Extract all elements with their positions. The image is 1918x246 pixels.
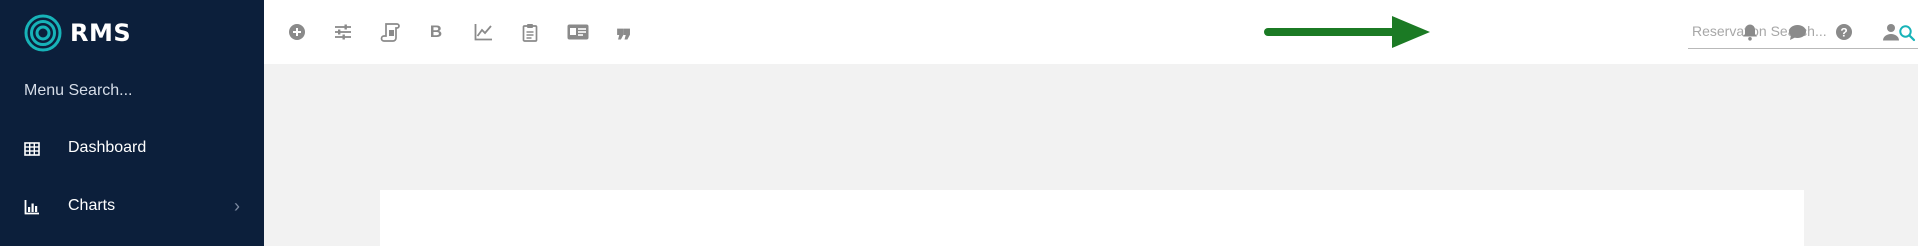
sidebar-item-label: Charts — [68, 197, 116, 214]
quote-icon[interactable]: ❞ — [612, 27, 636, 57]
menu-search[interactable]: Menu Search... — [24, 82, 133, 100]
sidebar-item-charts[interactable]: Charts › — [0, 185, 264, 229]
annotation-arrow-icon — [1264, 16, 1430, 48]
logo-text: RMS — [70, 19, 132, 47]
sliders-icon[interactable] — [331, 20, 355, 44]
sidebar-item-dashboard[interactable]: Dashboard — [0, 127, 264, 171]
user-icon[interactable] — [1879, 20, 1903, 44]
line-chart-icon[interactable] — [471, 20, 495, 44]
id-card-icon[interactable] — [564, 20, 592, 44]
chat-icon[interactable] — [1785, 20, 1809, 44]
bell-icon[interactable] — [1738, 20, 1762, 44]
chevron-right-icon: › — [234, 196, 240, 216]
bar-chart-icon — [24, 200, 39, 215]
add-circle-icon[interactable] — [285, 20, 309, 44]
sidebar: RMS Menu Search... Dashboard Charts › — [0, 0, 264, 246]
content-card — [380, 190, 1804, 246]
sidebar-item-label: Dashboard — [68, 139, 147, 156]
scroll-icon[interactable] — [378, 20, 402, 44]
top-toolbar: B ❞ Reservation Search... ? — [264, 0, 1918, 64]
help-icon[interactable]: ? — [1832, 20, 1856, 44]
bold-icon[interactable]: B — [424, 20, 448, 44]
rms-logo[interactable]: RMS — [24, 14, 131, 52]
logo-rings-icon — [24, 14, 62, 52]
clipboard-icon[interactable] — [518, 20, 542, 44]
grid-icon — [24, 142, 40, 156]
svg-text:?: ? — [1840, 26, 1847, 40]
